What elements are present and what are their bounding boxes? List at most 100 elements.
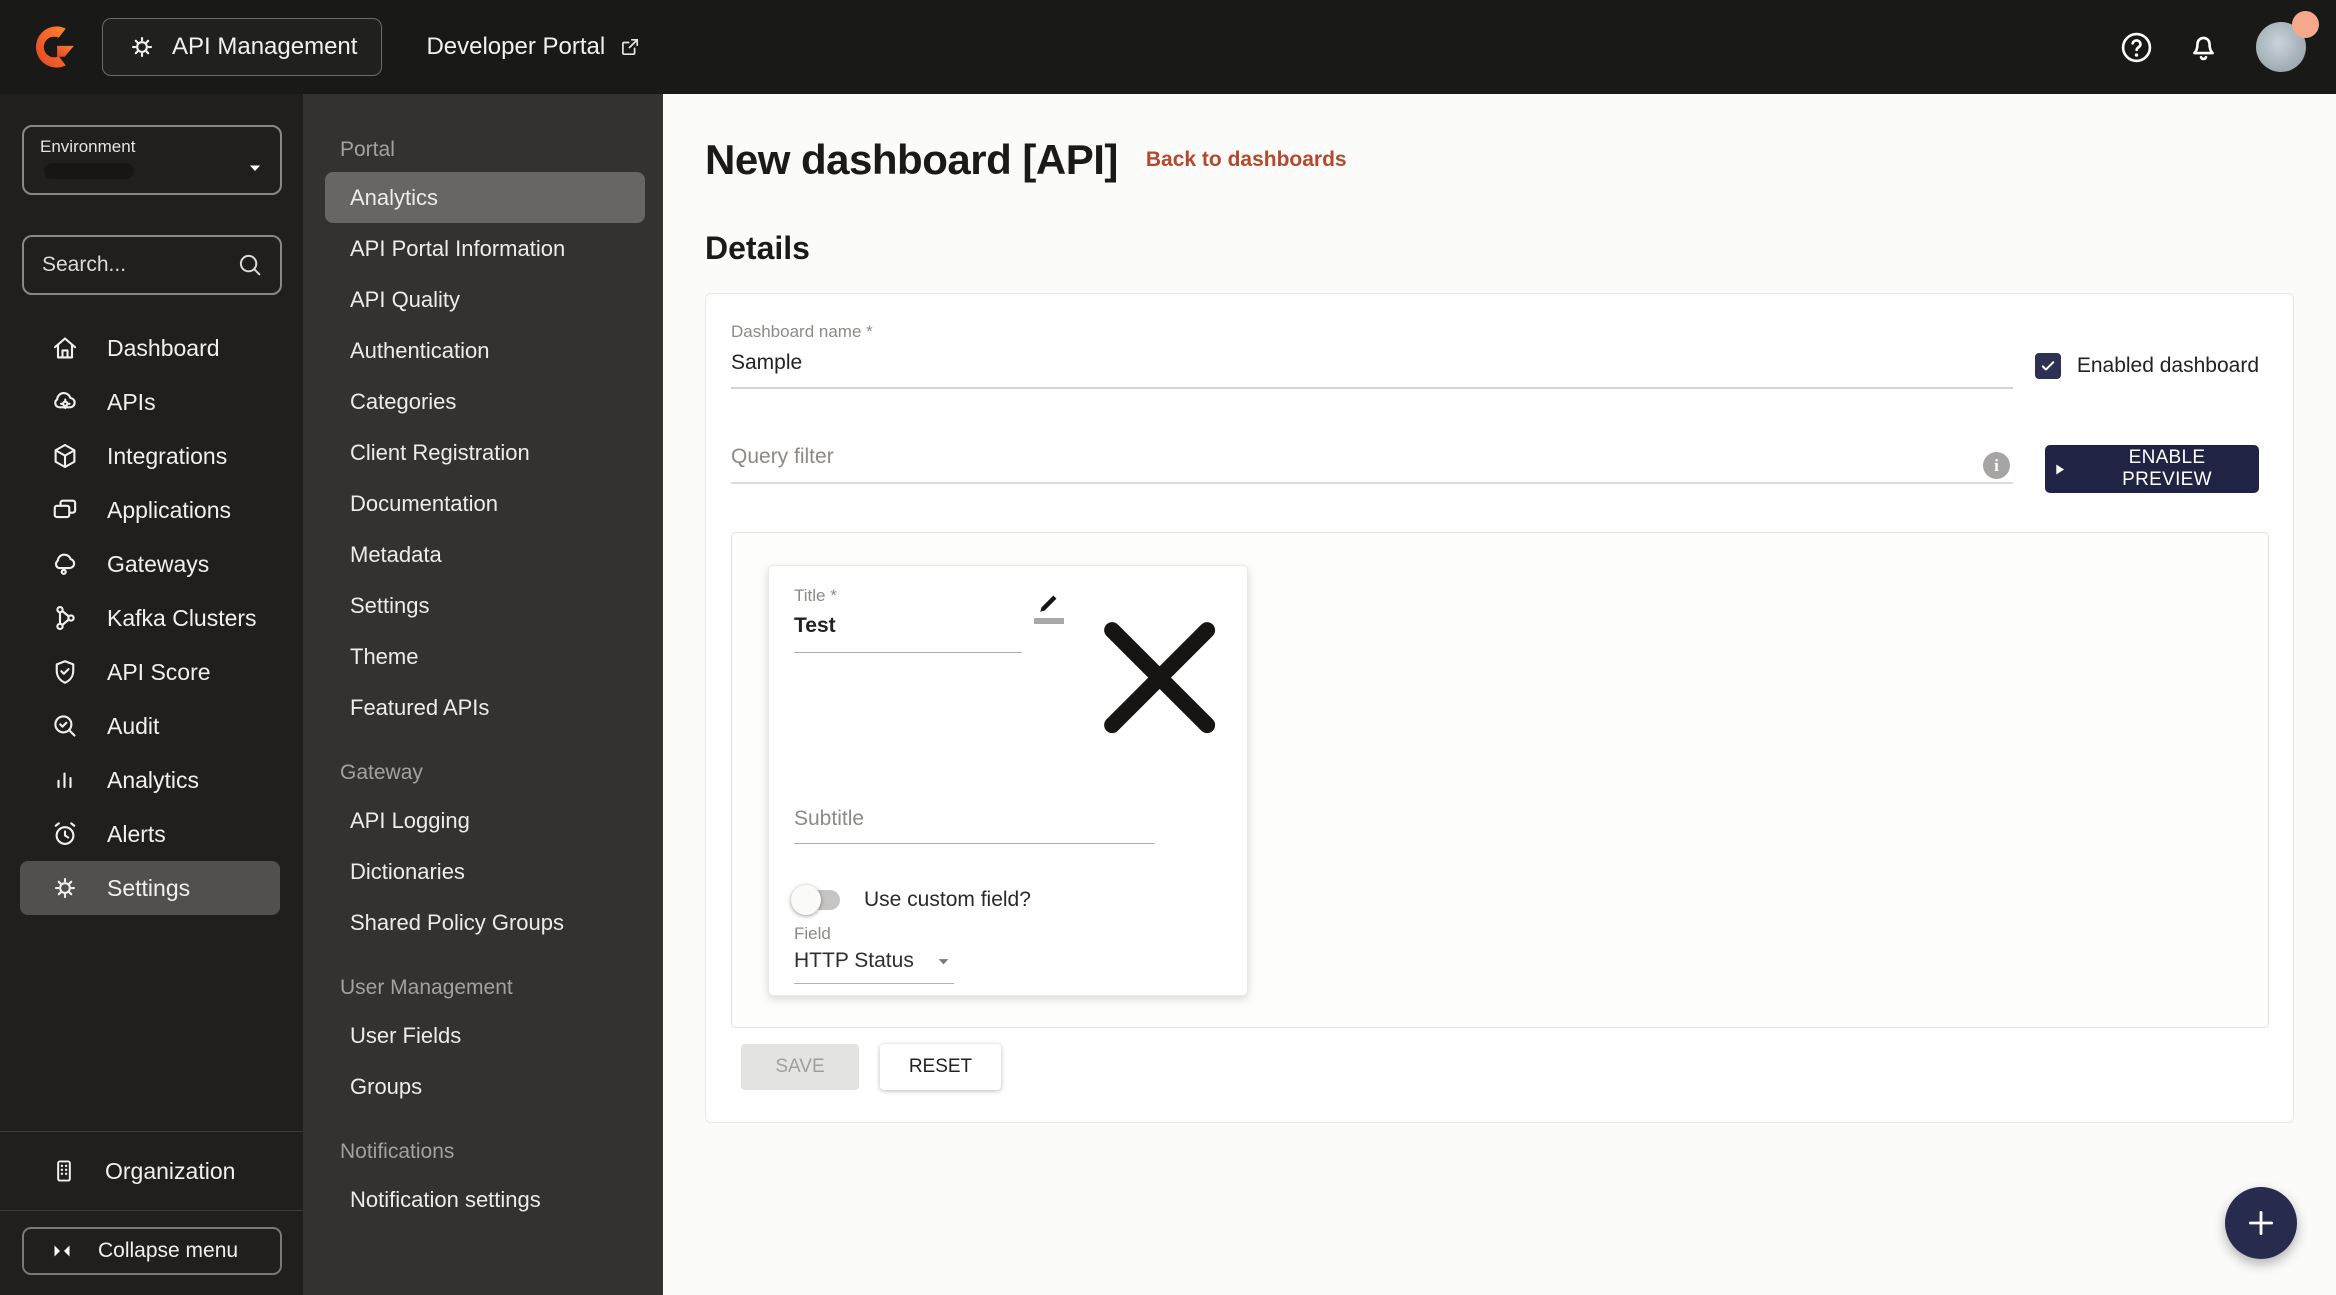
- enabled-dashboard-control[interactable]: Enabled dashboard: [2034, 353, 2259, 379]
- sidebar-item-apis[interactable]: APIs: [20, 375, 280, 429]
- app-switcher-label: API Management: [172, 33, 358, 60]
- enabled-dashboard-checkbox[interactable]: [2034, 353, 2061, 379]
- play-icon: [2051, 461, 2068, 478]
- query-filter-field[interactable]: Query filter i: [731, 445, 2013, 484]
- back-to-dashboards-link[interactable]: Back to dashboards: [1146, 148, 1347, 172]
- chevron-down-icon: [244, 157, 266, 179]
- search-check-icon: [50, 711, 80, 741]
- sidebar-item-dashboard[interactable]: Dashboard: [20, 321, 280, 375]
- field-select[interactable]: HTTP Status: [794, 944, 954, 985]
- reset-button[interactable]: RESET: [880, 1044, 1001, 1090]
- sidebar-item-label: Audit: [107, 712, 160, 739]
- subsidebar-item-api-quality[interactable]: API Quality: [303, 274, 663, 325]
- alarm-clock-icon: [50, 819, 80, 849]
- close-icon: [1072, 590, 1247, 765]
- sidebar-item-organization[interactable]: Organization: [0, 1132, 303, 1210]
- sidebar-item-settings[interactable]: Settings: [20, 861, 280, 915]
- gravitee-logo-icon: [35, 26, 74, 68]
- check-icon: [2039, 357, 2057, 375]
- edit-widget-button[interactable]: [1033, 590, 1064, 624]
- subsidebar-section-portal: Portal: [340, 138, 395, 161]
- info-icon[interactable]: i: [1983, 452, 2010, 479]
- bar-chart-icon: [50, 765, 80, 795]
- subsidebar-item-analytics[interactable]: Analytics: [325, 172, 645, 223]
- subsidebar-item-client-registration[interactable]: Client Registration: [303, 427, 663, 478]
- sidebar-item-integrations[interactable]: Integrations: [20, 429, 280, 483]
- subsidebar-item-user-fields[interactable]: User Fields: [303, 1010, 663, 1061]
- subsidebar-section-notifications: Notifications: [340, 1140, 455, 1163]
- search-icon: [236, 251, 264, 279]
- subsidebar-item-categories[interactable]: Categories: [303, 376, 663, 427]
- save-button[interactable]: SAVE: [741, 1044, 859, 1090]
- shield-check-icon: [50, 657, 80, 687]
- subsidebar-item-notification-settings[interactable]: Notification settings: [303, 1174, 663, 1225]
- subsidebar-item-api-portal-information[interactable]: API Portal Information: [303, 223, 663, 274]
- subsidebar-section-gateway: Gateway: [340, 761, 423, 784]
- subsidebar-item-groups[interactable]: Groups: [303, 1061, 663, 1112]
- add-widget-fab[interactable]: [2225, 1187, 2297, 1259]
- chevron-down-icon: [933, 951, 954, 972]
- toggle-knob: [791, 885, 821, 916]
- primary-sidebar: Environment Search... Dashboard APIs Integ…: [0, 94, 303, 1295]
- home-icon: [50, 333, 80, 363]
- subsidebar-item-metadata[interactable]: Metadata: [303, 529, 663, 580]
- sidebar-divider: [0, 1210, 303, 1211]
- widget-title-value[interactable]: Test: [794, 606, 1022, 653]
- sidebar-item-kafka-clusters[interactable]: Kafka Clusters: [20, 591, 280, 645]
- subsidebar-item-documentation[interactable]: Documentation: [303, 478, 663, 529]
- collapse-menu-button[interactable]: Collapse menu: [22, 1227, 282, 1275]
- sidebar-item-analytics[interactable]: Analytics: [20, 753, 280, 807]
- sidebar-item-audit[interactable]: Audit: [20, 699, 280, 753]
- app-root: API Management Developer Portal Environm…: [0, 0, 2336, 1295]
- sidebar-search-input[interactable]: Search...: [22, 235, 282, 295]
- use-custom-field-toggle[interactable]: [791, 885, 840, 916]
- subsidebar-item-shared-policy-groups[interactable]: Shared Policy Groups: [303, 897, 663, 948]
- plus-icon: [2244, 1206, 2278, 1240]
- sidebar-item-alerts[interactable]: Alerts: [20, 807, 280, 861]
- environment-selector[interactable]: Environment: [22, 125, 282, 195]
- dashboard-name-field[interactable]: Dashboard name * Sample: [731, 322, 2013, 389]
- avatar-status-badge: [2292, 11, 2319, 38]
- collapse-menu-label: Collapse menu: [98, 1239, 239, 1262]
- user-avatar[interactable]: [2256, 11, 2319, 72]
- subsidebar-item-dictionaries[interactable]: Dictionaries: [303, 846, 663, 897]
- search-placeholder: Search...: [42, 253, 127, 276]
- widget-title-label: Title *: [794, 586, 837, 605]
- subsidebar-item-api-logging[interactable]: API Logging: [303, 795, 663, 846]
- subsidebar-item-authentication[interactable]: Authentication: [303, 325, 663, 376]
- widget-title-field[interactable]: Title * Test: [794, 586, 1022, 765]
- sidebar-item-label: APIs: [107, 388, 156, 415]
- subsidebar-item-settings[interactable]: Settings: [303, 580, 663, 631]
- collapse-arrows-icon: [50, 1239, 74, 1263]
- cloud-node-icon: [50, 549, 80, 579]
- notifications-bell-icon[interactable]: [2185, 29, 2222, 66]
- external-link-icon: [618, 35, 642, 59]
- app-switcher-button[interactable]: API Management: [102, 18, 383, 76]
- remove-widget-button[interactable]: [1072, 590, 1247, 765]
- pencil-underline-bar: [1033, 618, 1064, 624]
- gear-icon: [127, 32, 157, 62]
- sidebar-item-applications[interactable]: Applications: [20, 483, 280, 537]
- page-title: New dashboard [API]: [705, 136, 1118, 183]
- topbar-actions: [2118, 11, 2319, 72]
- sidebar-item-label: Analytics: [107, 766, 200, 793]
- enable-preview-label: ENABLE PREVIEW: [2122, 447, 2212, 490]
- developer-portal-link[interactable]: Developer Portal: [426, 33, 642, 61]
- subsidebar-item-featured-apis[interactable]: Featured APIs: [303, 682, 663, 733]
- use-custom-field-label: Use custom field?: [864, 888, 1031, 912]
- settings-sidebar: Portal Analytics API Portal Information API…: [303, 94, 663, 1295]
- subsidebar-item-theme[interactable]: Theme: [303, 631, 663, 682]
- organization-label: Organization: [105, 1157, 236, 1184]
- query-filter-placeholder: Query filter: [731, 445, 834, 468]
- sidebar-item-api-score[interactable]: API Score: [20, 645, 280, 699]
- field-label: Field: [794, 924, 831, 944]
- sidebar-item-label: Dashboard: [107, 334, 220, 361]
- help-icon[interactable]: [2118, 29, 2155, 66]
- sidebar-item-gateways[interactable]: Gateways: [20, 537, 280, 591]
- widget-subtitle-field[interactable]: Subtitle: [794, 807, 1155, 845]
- applications-icon: [50, 495, 80, 525]
- enable-preview-button[interactable]: ENABLE PREVIEW: [2045, 445, 2259, 493]
- dashboard-name-value[interactable]: Sample: [731, 342, 2013, 389]
- sidebar-item-label: Kafka Clusters: [107, 604, 257, 631]
- sidebar-item-label: Settings: [107, 874, 191, 901]
